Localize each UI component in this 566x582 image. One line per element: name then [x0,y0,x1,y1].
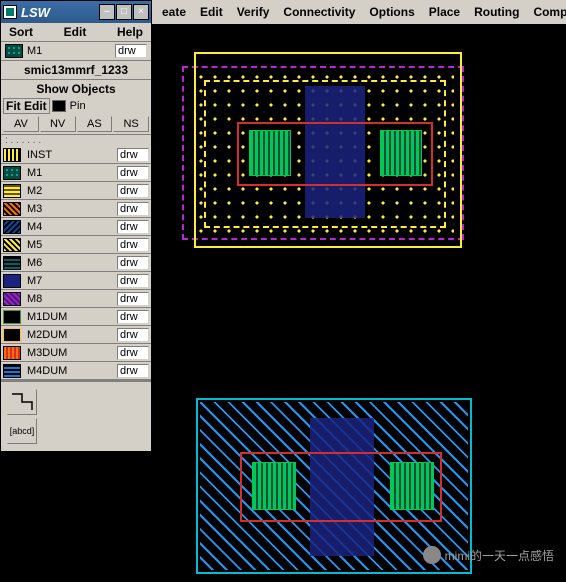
filter-row: AV NV AS NS [1,114,151,135]
layer-name: M1DUM [25,311,117,323]
layer-swatch [3,328,21,342]
lsw-menu-sort[interactable]: Sort [9,25,33,39]
layer-row-inst[interactable]: INSTdrw [1,146,151,164]
layer-swatch [3,220,21,234]
layer-row-m7[interactable]: M7drw [1,272,151,290]
layer-purpose: drw [117,328,149,342]
close-button[interactable]: × [133,4,149,20]
layer-purpose: drw [117,274,149,288]
layer-name: M5 [25,239,117,251]
tool-abcd-icon[interactable]: [abcd] [7,418,37,444]
fit-edit-label[interactable]: Fit Edit [3,98,50,114]
layer-list: INSTdrwM1drwM2drwM3drwM4drwM5drwM6drwM7d… [1,146,151,380]
layer-swatch [3,166,21,180]
layer-name: M6 [25,257,117,269]
current-layer-swatch [5,44,23,58]
layer-row-m1[interactable]: M1drw [1,164,151,182]
layer-purpose: drw [117,364,149,378]
layer-row-m4dum[interactable]: M4DUMdrw [1,362,151,380]
layer-name: M1 [25,167,117,179]
layer-row-m2dum[interactable]: M2DUMdrw [1,326,151,344]
lsw-title: LSW [21,5,99,20]
layer-name: M3DUM [25,347,117,359]
layer-purpose: drw [117,220,149,234]
techfile-label: smic13mmrf_1233 [1,61,151,80]
layer-name: M3 [25,203,117,215]
tool-stretch-icon[interactable] [7,389,37,415]
current-layer-row[interactable]: M1 drw [1,42,151,61]
layer-row-m4[interactable]: M4drw [1,218,151,236]
layer-row-m1dum[interactable]: M1DUMdrw [1,308,151,326]
layer-swatch [3,184,21,198]
menu-verify[interactable]: Verify [231,3,276,21]
layer-swatch [3,148,21,162]
lsw-menubar: Sort Edit Help [1,23,151,42]
filter-nv[interactable]: NV [40,116,76,132]
layer-purpose: drw [117,310,149,324]
watermark: mimi的一天一点感悟 [423,546,554,564]
menu-create[interactable]: eate [156,3,192,21]
dots-row: : . . . . . . [1,135,151,146]
layer-purpose: drw [117,256,149,270]
layer-name: M4DUM [25,365,117,377]
pin-swatch [52,100,66,112]
layer-swatch [3,202,21,216]
lsw-menu-help[interactable]: Help [117,25,143,39]
lsw-window[interactable]: LSW – □ × Sort Edit Help M1 drw smic13mm… [0,0,152,452]
layer-name: M7 [25,275,117,287]
menu-options[interactable]: Options [363,3,420,21]
lsw-icon [3,5,17,19]
bottom-right-green [390,462,434,510]
layer-name: M4 [25,221,117,233]
show-objects-button[interactable]: Show Objects [1,80,151,98]
layer-name: INST [25,149,117,161]
current-layer-name: M1 [27,45,115,57]
layer-name: M2DUM [25,329,117,341]
menu-place[interactable]: Place [423,3,466,21]
layer-purpose: drw [117,202,149,216]
menu-edit[interactable]: Edit [194,3,229,21]
menu-connectivity[interactable]: Connectivity [277,3,361,21]
filter-as[interactable]: AS [77,116,113,132]
bottom-left-green [252,462,296,510]
menu-compact[interactable]: Compact [527,3,566,21]
filter-av[interactable]: AV [3,116,39,132]
layer-purpose: drw [117,292,149,306]
layer-name: M2 [25,185,117,197]
layer-swatch [3,256,21,270]
maximize-button[interactable]: □ [116,4,132,20]
menu-routing[interactable]: Routing [468,3,525,21]
layer-swatch [3,310,21,324]
layer-name: M8 [25,293,117,305]
lsw-toolbox: [abcd] [1,380,151,451]
layer-swatch [3,274,21,288]
layer-row-m6[interactable]: M6drw [1,254,151,272]
layer-purpose: drw [117,346,149,360]
layer-row-m2[interactable]: M2drw [1,182,151,200]
layer-row-m3[interactable]: M3drw [1,200,151,218]
current-layer-purpose: drw [115,44,147,58]
top-right-green [380,130,422,176]
layer-swatch [3,346,21,360]
lsw-titlebar[interactable]: LSW – □ × [1,1,151,23]
layer-row-m5[interactable]: M5drw [1,236,151,254]
layer-swatch [3,292,21,306]
layer-row-m8[interactable]: M8drw [1,290,151,308]
lsw-menu-edit[interactable]: Edit [64,25,87,39]
layer-row-m3dum[interactable]: M3DUMdrw [1,344,151,362]
layer-purpose: drw [117,184,149,198]
layer-swatch [3,238,21,252]
minimize-button[interactable]: – [99,4,115,20]
layer-swatch [3,364,21,378]
top-left-green [249,130,291,176]
pin-label: Pin [70,100,86,112]
wechat-icon [423,546,441,564]
layer-purpose: drw [117,238,149,252]
filter-ns[interactable]: NS [113,116,149,132]
layer-purpose: drw [117,148,149,162]
layer-purpose: drw [117,166,149,180]
